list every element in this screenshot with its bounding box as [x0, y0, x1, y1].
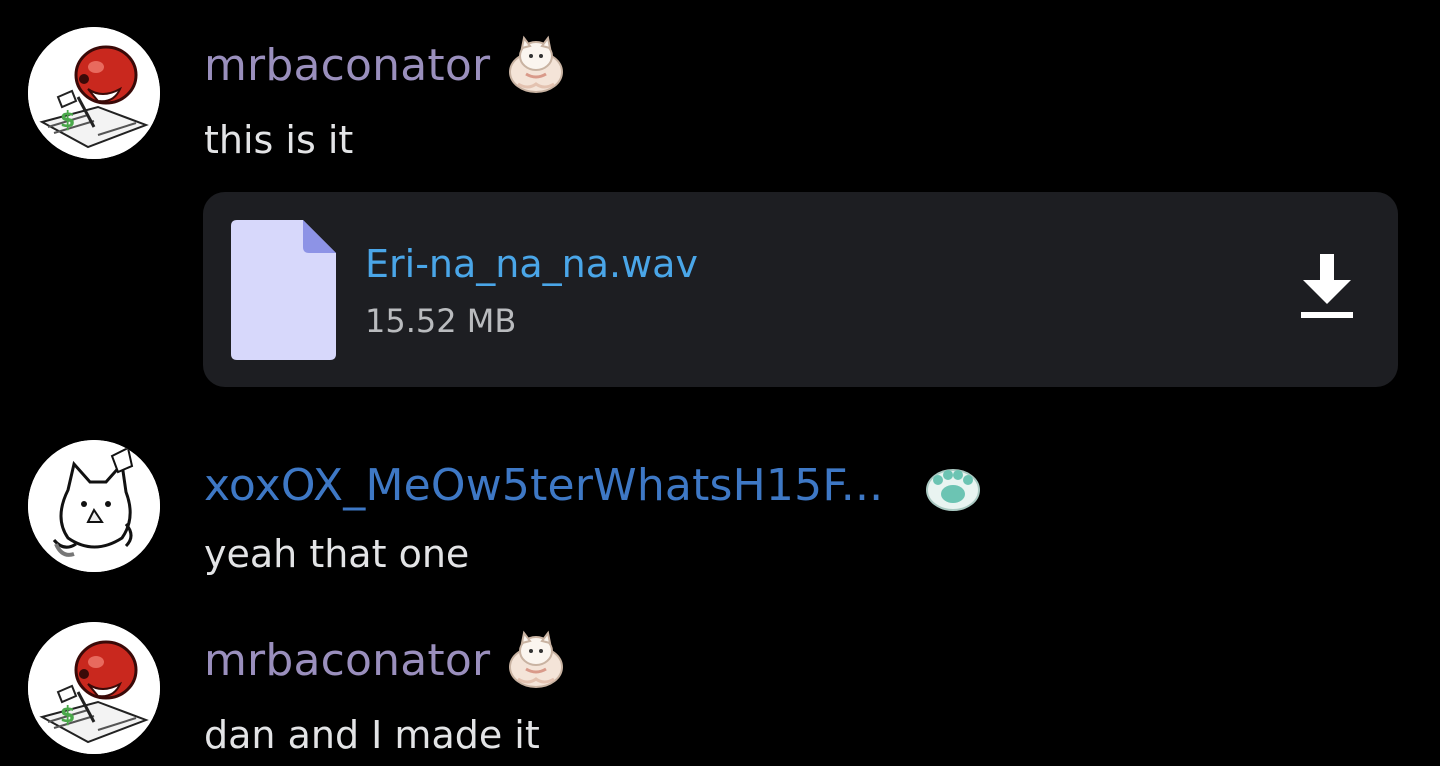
svg-text:$: $ [60, 703, 75, 728]
username[interactable]: mrbaconator [204, 633, 490, 689]
download-button[interactable] [1293, 250, 1361, 324]
message-text: dan and I made it [204, 713, 540, 757]
svg-text:$: $ [60, 108, 75, 133]
message-1: $ mrbaconator this is it Eri-na_na_na.wa… [0, 0, 1440, 400]
download-icon [1301, 254, 1353, 318]
username-row: mrbaconator [204, 35, 568, 94]
username[interactable]: mrbaconator [204, 38, 490, 94]
message-text: this is it [204, 118, 354, 162]
username[interactable]: xoxOX_MeOw5terWhatsH15F... [204, 458, 883, 514]
paw-badge-icon [921, 454, 985, 518]
red-character-with-money-avatar-icon: $ [28, 622, 160, 754]
user-avatar[interactable]: $ [28, 27, 160, 159]
message-text: yeah that one [204, 532, 470, 576]
username-row: mrbaconator [204, 630, 568, 689]
user-avatar[interactable]: $ [28, 622, 160, 754]
file-size: 15.52 MB [365, 302, 517, 340]
chat-message-list: $ mrbaconator this is it Eri-na_na_na.wa… [0, 0, 1440, 766]
fluffy-cat-badge-icon [504, 629, 568, 693]
red-character-with-money-avatar-icon: $ [28, 27, 160, 159]
file-name-link[interactable]: Eri-na_na_na.wav [365, 240, 698, 288]
white-cat-avatar-icon [28, 440, 160, 572]
message-3: $ mrbaconator dan and I made it [0, 610, 1440, 766]
fluffy-cat-badge-icon [504, 34, 568, 98]
user-avatar[interactable] [28, 440, 160, 572]
message-2: xoxOX_MeOw5terWhatsH15F... yeah that one [0, 430, 1440, 600]
username-row: xoxOX_MeOw5terWhatsH15F... [204, 458, 985, 514]
document-file-icon [231, 220, 336, 360]
file-attachment[interactable]: Eri-na_na_na.wav 15.52 MB [203, 192, 1398, 387]
